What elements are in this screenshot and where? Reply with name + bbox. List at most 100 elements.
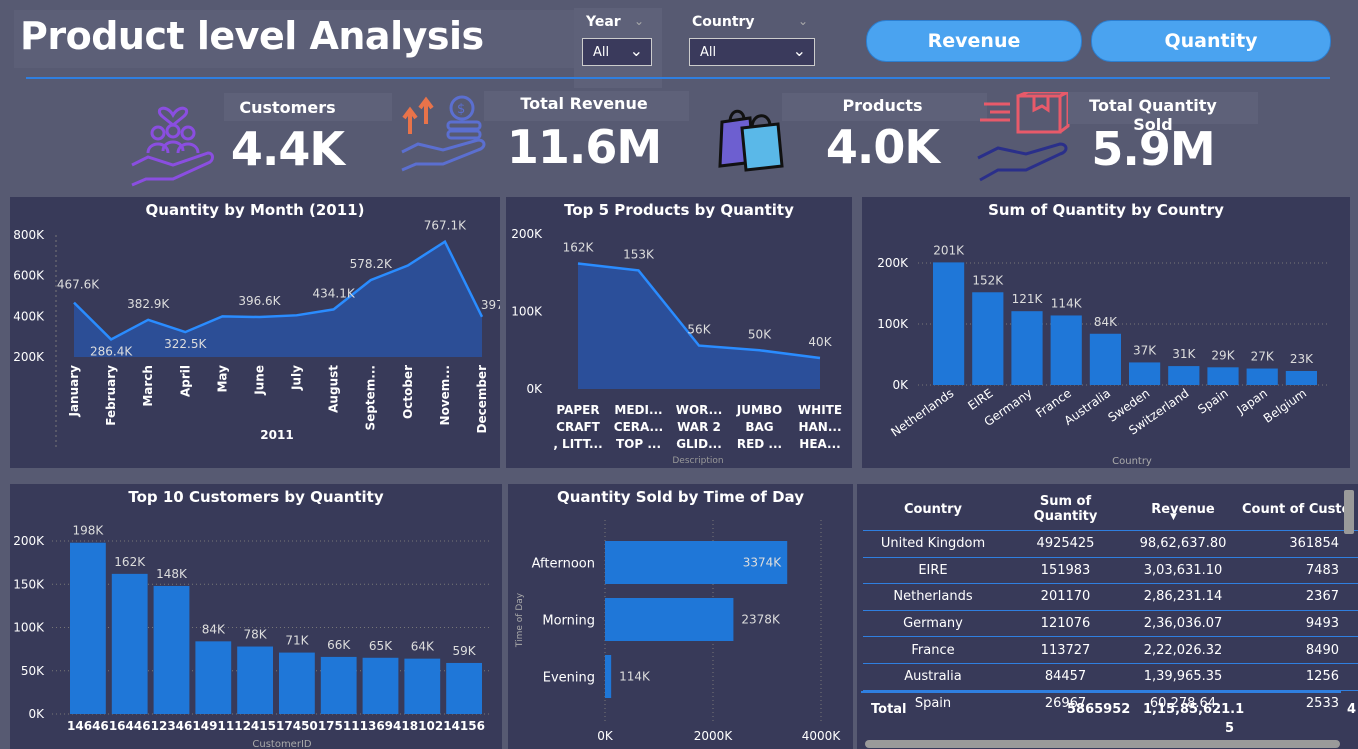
table-cell: Netherlands — [863, 583, 1003, 611]
data-label: 162K — [114, 555, 146, 569]
data-label: 27K — [1251, 350, 1275, 364]
y-tick-label: 200K — [13, 534, 45, 548]
page-title: Product level Analysis — [20, 14, 484, 58]
y-tick-label: 400K — [13, 309, 45, 323]
table-cell: 9493 — [1238, 609, 1358, 637]
x-tick-label: CRAFT — [556, 420, 601, 434]
table-row[interactable]: EIRE 151983 3,03,631.10 7483 — [863, 556, 1358, 584]
bar — [933, 262, 965, 385]
data-label: 37K — [1133, 343, 1157, 357]
horizontal-scrollbar[interactable] — [865, 740, 1340, 748]
bar — [111, 573, 148, 714]
x-tick-label: WAR 2 — [677, 420, 721, 434]
total-customers: 4 — [1347, 702, 1357, 717]
top-customers-svg: 0K 50K 100K 150K 200K 198K 14646 162K 16446 148K 1… — [13, 524, 490, 749]
country-data-table: Country Sum of Quantity Revenue ▼ Count … — [863, 488, 1358, 717]
x-tick-label: Spain — [1195, 386, 1230, 417]
data-label: 578.2K — [350, 257, 393, 271]
column-header-quantity[interactable]: Sum of Quantity — [1003, 488, 1128, 531]
total-revenue: 1,15,85,621.1 — [1143, 702, 1245, 717]
table-cell: 2,36,036.07 — [1128, 609, 1238, 637]
year-slicer-label: Year — [586, 14, 621, 30]
country-slicer-label: Country — [692, 14, 755, 30]
bar — [362, 657, 399, 714]
vertical-scrollbar[interactable] — [1344, 490, 1354, 534]
country-dropdown-value: All — [700, 45, 717, 60]
quantity-kpi-value: 5.9M — [1091, 122, 1215, 176]
column-header-customers[interactable]: Count of Custo — [1238, 488, 1358, 531]
table-row[interactable]: United Kingdom 4925425 98,62,637.80 361854 — [863, 530, 1358, 558]
x-tick-label: WHITE — [798, 403, 842, 417]
x-tick-label: 14911 — [192, 719, 234, 733]
data-label: 40K — [808, 335, 832, 349]
x-tick-label: JUMBO — [736, 403, 783, 417]
bar — [195, 641, 232, 714]
data-label: 162K — [563, 240, 595, 254]
table-cell: 84457 — [1003, 662, 1128, 691]
y-tick-label: 50K — [21, 664, 45, 678]
table-cell: 2,86,231.14 — [1128, 583, 1238, 611]
x-tick-label: 17450 — [276, 719, 318, 733]
x-tick-label: GLID... — [676, 437, 722, 451]
bar — [1207, 367, 1239, 385]
x-tick-label: HAN... — [798, 420, 841, 434]
customers-icon — [128, 95, 218, 190]
table-cell: 8490 — [1238, 636, 1358, 664]
x-tick-label: October — [401, 365, 415, 419]
y-tick-label: Morning — [542, 614, 595, 629]
table-cell: 201170 — [1003, 583, 1128, 611]
x-tick-label: TOP ... — [616, 437, 661, 451]
y-tick-label: 0K — [28, 707, 45, 721]
bar — [1285, 370, 1317, 385]
y-tick-label: Afternoon — [532, 557, 595, 572]
data-label: 121K — [1012, 292, 1044, 306]
table-cell: EIRE — [863, 556, 1003, 584]
x-tick-label: 12346 — [151, 719, 193, 733]
column-header-revenue[interactable]: Revenue ▼ — [1128, 488, 1238, 531]
table-row[interactable]: France 113727 2,22,026.32 8490 — [863, 636, 1358, 664]
x-tick-label: January — [67, 365, 81, 418]
top-products-svg: 0K 100K 200K 162K 153K 56K 50K 40K PAPER CRAFT , L… — [511, 227, 842, 466]
table-row[interactable]: Netherlands 201170 2,86,231.14 2367 — [863, 583, 1358, 611]
bar — [1168, 366, 1200, 385]
table-cell: Australia — [863, 662, 1003, 691]
column-header-revenue-label: Revenue — [1151, 501, 1215, 517]
bar — [446, 662, 482, 714]
table-cell: 113727 — [1003, 636, 1128, 664]
data-label: 114K — [619, 670, 651, 684]
x-tick-label: August — [327, 365, 341, 413]
time-of-day-svg: 0K 2000K 4000K Afternoon 3374K Morning 2378K Ev… — [515, 520, 841, 743]
chevron-down-icon: ⌄ — [798, 14, 809, 28]
x-tick-label: 14646 — [67, 719, 109, 733]
y-tick-label: 100K — [13, 621, 45, 635]
country-slicer: Country ⌄ All ⌄ — [678, 8, 823, 78]
products-kpi-value: 4.0K — [825, 120, 940, 174]
bar — [70, 542, 106, 714]
data-label: 397.8K — [481, 298, 500, 312]
products-kpi-label: Products — [842, 96, 923, 115]
data-label: 84K — [1094, 315, 1118, 329]
revenue-kpi-label: Total Revenue — [520, 94, 648, 113]
sort-descending-icon: ▼ — [1170, 512, 1177, 522]
bar — [153, 585, 190, 714]
column-header-country[interactable]: Country — [863, 488, 1003, 531]
x-axis-title: CustomerID — [252, 739, 312, 749]
data-label: 29K — [1211, 348, 1235, 362]
bar — [1129, 362, 1161, 385]
table-row[interactable]: Germany 121076 2,36,036.07 9493 — [863, 609, 1358, 637]
top-products-chart: Top 5 Products by Quantity 0K 100K 200K 162… — [506, 197, 852, 468]
x-tick-label: WOR... — [676, 403, 723, 417]
year-dropdown[interactable]: All ⌄ — [582, 38, 652, 66]
x-tick-label: May — [215, 365, 229, 393]
table-cell: 2367 — [1238, 583, 1358, 611]
country-dropdown[interactable]: All ⌄ — [689, 38, 815, 66]
revenue-button[interactable]: Revenue — [866, 20, 1082, 62]
data-label: 114K — [1051, 296, 1083, 310]
data-label: 198K — [73, 524, 105, 538]
table-row[interactable]: Australia 84457 1,39,965.35 1256 — [863, 662, 1358, 691]
quantity-button[interactable]: Quantity — [1091, 20, 1331, 62]
bar — [237, 646, 273, 714]
data-label: 71K — [285, 634, 309, 648]
total-label: Total — [871, 702, 907, 717]
data-label: 50K — [748, 327, 772, 341]
